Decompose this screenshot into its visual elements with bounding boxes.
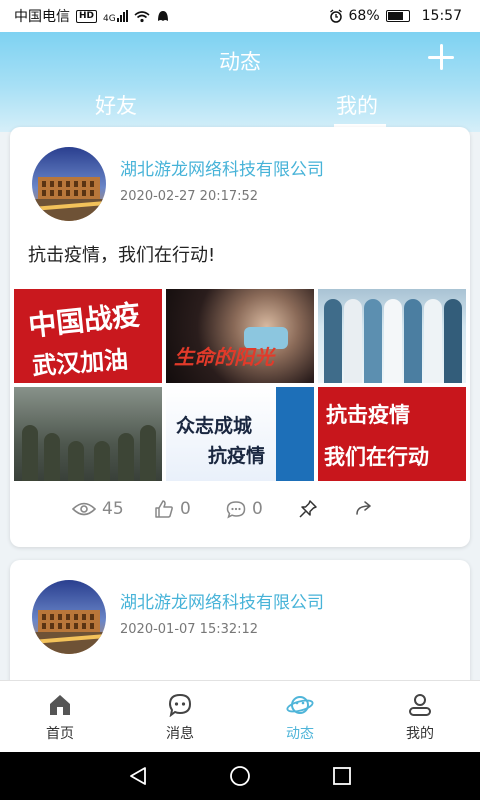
recent-apps-icon[interactable] (331, 765, 353, 787)
views-stat: 45 (72, 499, 124, 519)
post-image[interactable]: 中国战疫 武汉加油 (14, 289, 162, 383)
status-bar: 中国电信 HD 4G 68% 15:57 (0, 0, 480, 32)
like-button[interactable]: 0 (154, 499, 191, 519)
status-left: 中国电信 HD 4G (14, 6, 170, 26)
user-icon (409, 694, 431, 716)
post-card[interactable]: 湖北游龙网络科技有限公司 2020-02-27 20:17:52 抗击疫情，我们… (10, 127, 470, 547)
post-text: 抗击疫情，我们在行动! (28, 245, 216, 266)
post-image-grid: 中国战疫 武汉加油 生命的阳光 众志成城 抗疫情 抗击疫情 我们在行动 (14, 289, 466, 481)
status-right: 68% 15:57 (329, 8, 462, 24)
add-post-button[interactable] (424, 40, 458, 74)
signal-icon (116, 10, 128, 22)
image-caption: 抗疫情 (208, 445, 266, 467)
share-button[interactable] (354, 499, 374, 517)
tab-label: 首页 (46, 726, 74, 742)
post-time: 2020-01-07 15:32:12 (120, 622, 259, 637)
header: 动态 好友 我的 (0, 32, 480, 132)
image-caption: 中国战疫 (26, 298, 142, 343)
page-title: 动态 (219, 50, 261, 74)
post-card[interactable]: 湖北游龙网络科技有限公司 2020-01-07 15:32:12 (10, 560, 470, 700)
comment-icon (226, 500, 246, 518)
clock: 15:57 (421, 8, 462, 24)
tab-label: 消息 (166, 726, 194, 742)
tab-mine[interactable]: 我的 (336, 90, 378, 120)
comment-button[interactable]: 0 (226, 499, 263, 519)
carrier-label: 中国电信 (14, 9, 70, 25)
network-type-label: 4G (103, 14, 116, 24)
share-icon (356, 501, 371, 515)
post-image[interactable] (318, 289, 466, 383)
image-caption: 抗击疫情 (326, 402, 410, 427)
post-image[interactable] (14, 387, 162, 481)
tab-label: 动态 (286, 726, 314, 742)
eye-icon (72, 502, 96, 516)
system-nav-bar (0, 752, 480, 800)
planet-icon (286, 696, 314, 714)
bottom-tab-bar: 首页 消息 动态 我的 (0, 680, 480, 752)
tab-friends[interactable]: 好友 (95, 90, 137, 120)
post-author[interactable]: 湖北游龙网络科技有限公司 (120, 155, 324, 180)
battery-percent: 68% (348, 8, 380, 24)
image-caption: 生命的阳光 (174, 345, 274, 369)
image-caption: 众志成城 (176, 415, 253, 437)
post-stats: 45 0 0 (10, 499, 470, 531)
thumbs-up-icon (155, 500, 173, 518)
pin-button[interactable] (298, 499, 318, 519)
post-time: 2020-02-27 20:17:52 (120, 189, 259, 204)
avatar-image (32, 147, 106, 221)
notification-icon (157, 11, 168, 21)
views-count: 45 (102, 499, 124, 519)
post-author[interactable]: 湖北游龙网络科技有限公司 (120, 588, 324, 613)
avatar[interactable] (32, 580, 106, 654)
likes-count: 0 (180, 499, 191, 519)
tab-messages[interactable]: 消息 (120, 681, 240, 752)
tab-home[interactable]: 首页 (0, 681, 120, 752)
home-icon (50, 695, 70, 715)
home-circle-icon[interactable] (229, 765, 251, 787)
message-icon (168, 693, 192, 717)
wifi-icon (134, 10, 150, 22)
alarm-icon (329, 9, 342, 23)
image-caption: 武汉加油 (31, 344, 130, 381)
pin-icon (299, 500, 317, 518)
tab-me[interactable]: 我的 (360, 681, 480, 752)
hd-badge: HD (76, 9, 98, 23)
image-caption: 我们在行动 (324, 444, 429, 469)
tab-label: 我的 (406, 726, 434, 742)
tab-moments[interactable]: 动态 (240, 681, 360, 752)
comments-count: 0 (252, 499, 263, 519)
avatar[interactable] (32, 147, 106, 221)
post-image[interactable]: 生命的阳光 (166, 289, 314, 383)
back-icon[interactable] (127, 765, 149, 787)
post-image[interactable]: 抗击疫情 我们在行动 (318, 387, 466, 481)
avatar-image (32, 580, 106, 654)
post-image[interactable]: 众志成城 抗疫情 (166, 387, 314, 481)
battery-icon (385, 10, 410, 22)
